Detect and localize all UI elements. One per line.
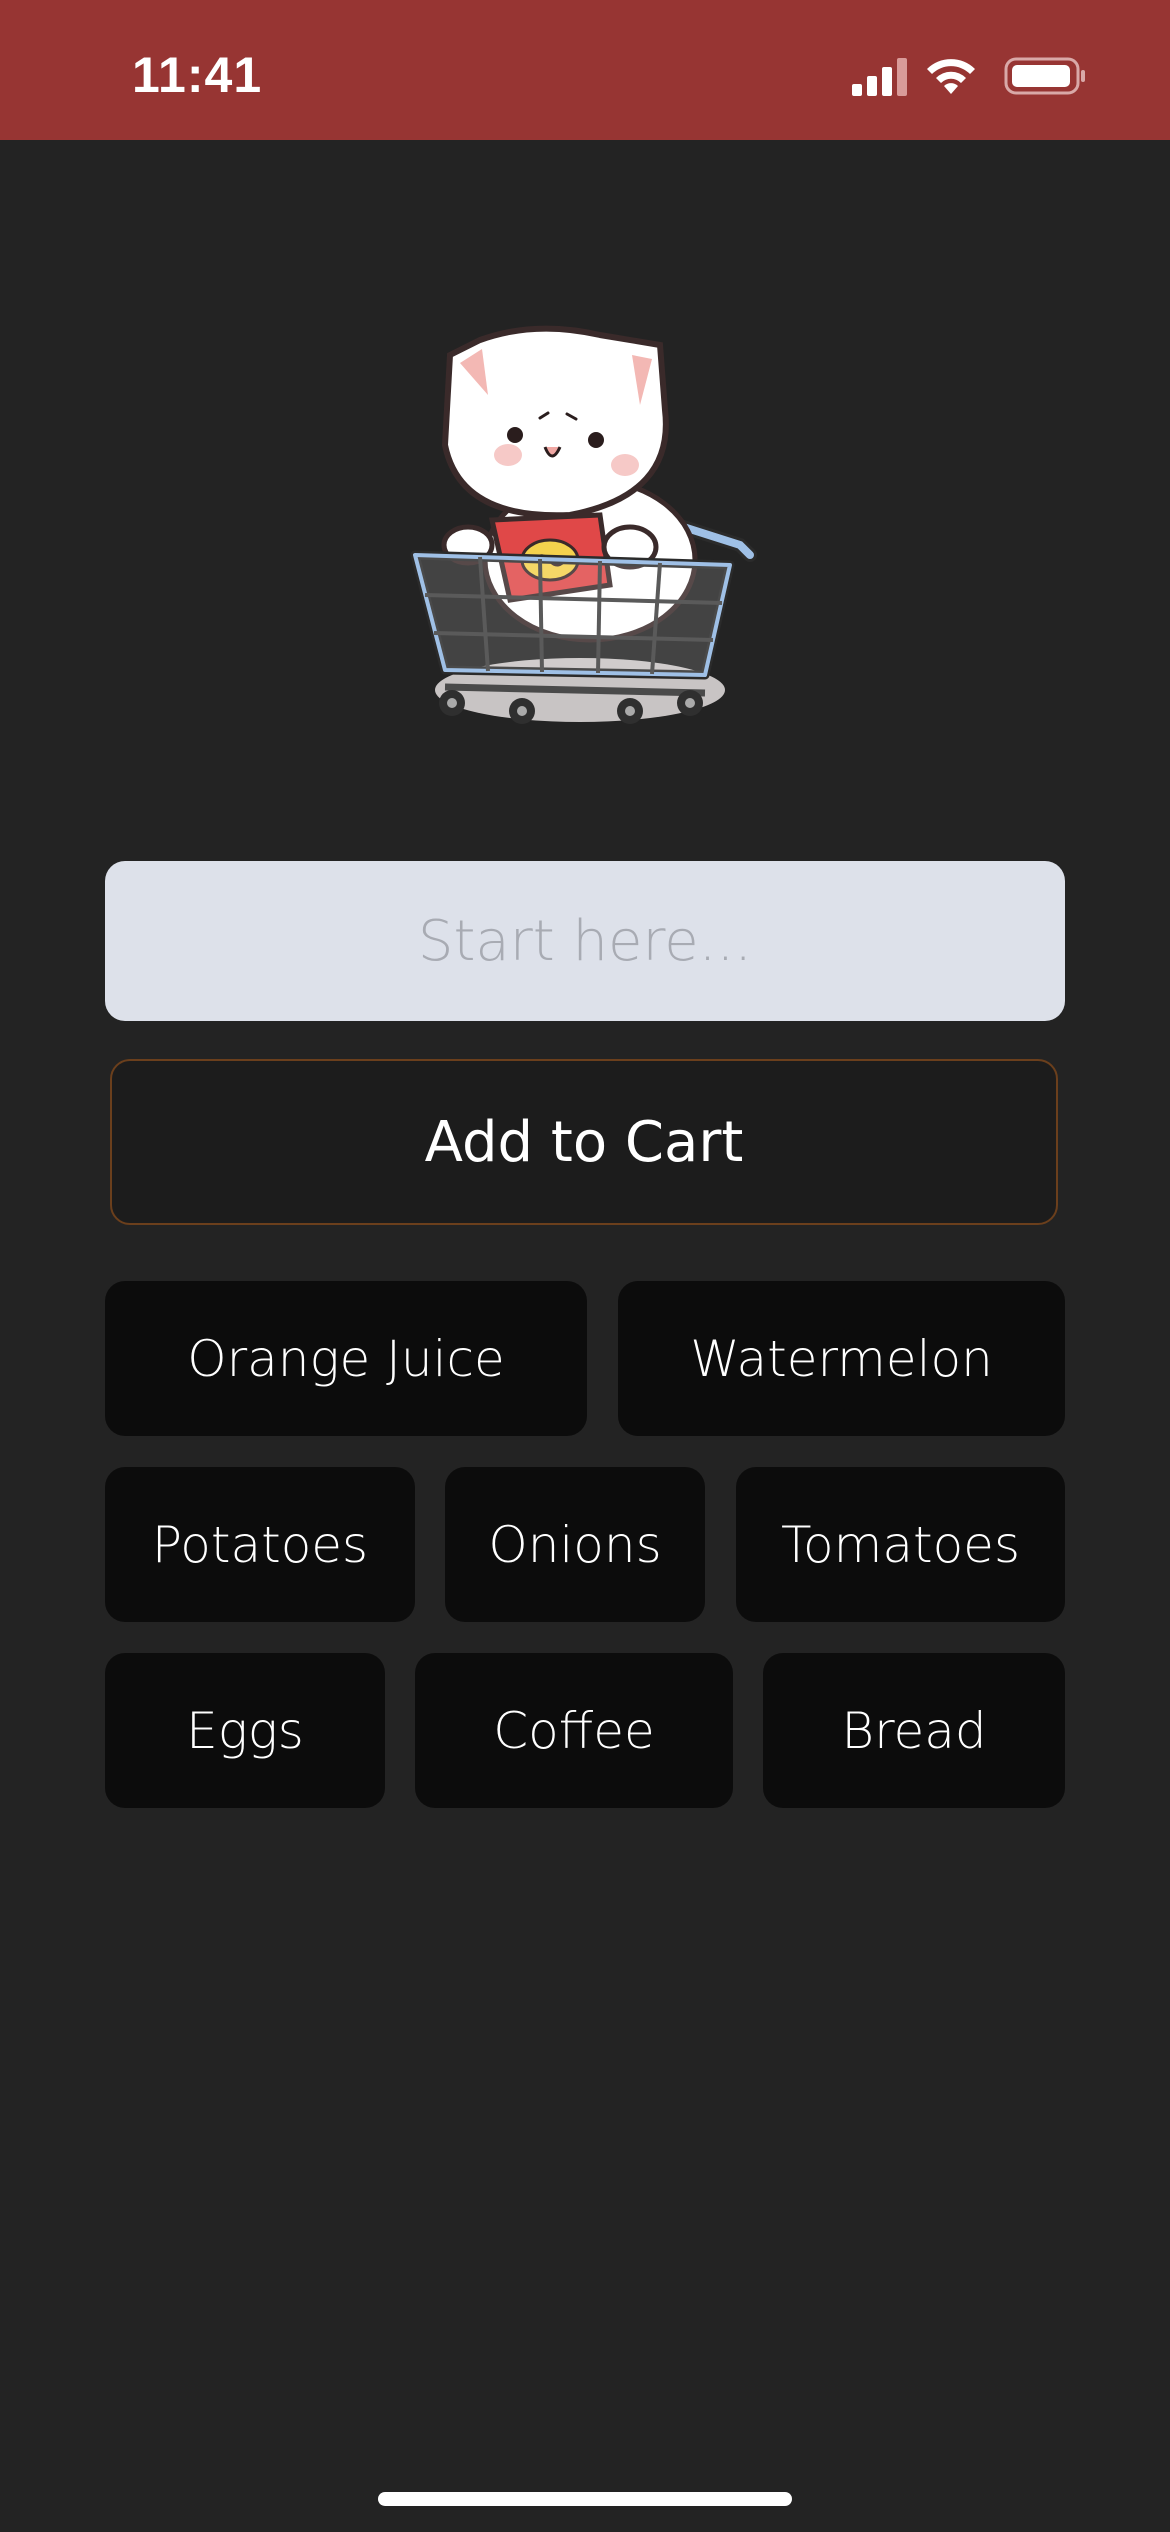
suggestion-chip-onions[interactable]: Onions <box>445 1467 705 1622</box>
suggestion-chip-eggs[interactable]: Eggs <box>105 1653 385 1808</box>
suggestion-chip-potatoes[interactable]: Potatoes <box>105 1467 415 1622</box>
status-time: 11:41 <box>132 47 263 103</box>
suggestion-chip-bread[interactable]: Bread <box>763 1653 1065 1808</box>
cat-in-shopping-cart-illustration <box>410 325 757 724</box>
home-indicator[interactable] <box>378 2492 792 2506</box>
cellular-signal-icon <box>852 58 907 96</box>
item-input[interactable] <box>105 861 1065 1021</box>
suggestion-chip-orange-juice[interactable]: Orange Juice <box>105 1281 587 1436</box>
suggestion-chip-watermelon[interactable]: Watermelon <box>618 1281 1065 1436</box>
status-bar: 11:41 <box>0 0 1170 140</box>
add-to-cart-button[interactable]: Add to Cart <box>110 1059 1058 1225</box>
suggestion-chip-coffee[interactable]: Coffee <box>415 1653 733 1808</box>
suggestion-chip-tomatoes[interactable]: Tomatoes <box>736 1467 1065 1622</box>
wifi-icon <box>927 59 975 94</box>
battery-icon <box>1004 57 1085 95</box>
